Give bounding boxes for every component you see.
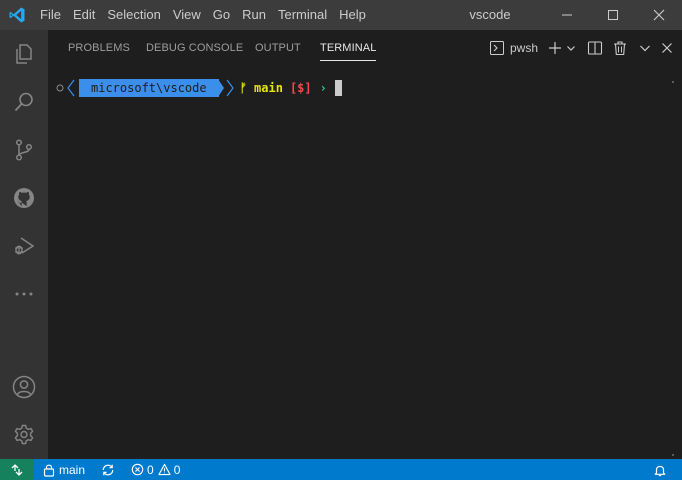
trash-icon xyxy=(614,40,626,55)
search-button[interactable] xyxy=(0,78,48,126)
github-button[interactable] xyxy=(0,174,48,222)
chevron-down-icon xyxy=(567,45,575,51)
source-control-button[interactable] xyxy=(0,126,48,174)
sync-icon xyxy=(102,464,114,475)
explorer-button[interactable] xyxy=(0,30,48,78)
close-panel-button[interactable] xyxy=(660,37,674,59)
split-icon xyxy=(587,40,603,55)
bell-icon xyxy=(654,465,666,476)
error-icon xyxy=(131,463,144,476)
close-window-button[interactable] xyxy=(636,0,682,30)
warning-count: 0 xyxy=(173,462,181,477)
tab-terminal[interactable]: TERMINAL xyxy=(320,30,377,65)
maximize-button[interactable] xyxy=(590,0,636,30)
prompt-path: microsoft\vscode xyxy=(79,79,219,97)
menu-run[interactable]: Run xyxy=(236,0,272,30)
source-control-icon xyxy=(15,139,33,161)
terminal-icon xyxy=(489,40,504,55)
close-icon xyxy=(662,42,672,53)
menu-terminal[interactable]: Terminal xyxy=(272,0,333,30)
menu-file[interactable]: File xyxy=(34,0,67,30)
prompt-branch-name: main xyxy=(254,81,283,95)
search-icon xyxy=(14,92,33,112)
shell-selector[interactable]: pwsh xyxy=(489,37,538,59)
menu-bar: File Edit Selection View Go Run Terminal… xyxy=(34,0,372,30)
close-icon xyxy=(653,9,665,21)
terminal-cursor xyxy=(334,80,342,96)
error-count: 0 xyxy=(147,462,154,477)
minimize-button[interactable] xyxy=(544,0,590,30)
sync-button[interactable] xyxy=(96,459,120,480)
accounts-button[interactable] xyxy=(0,363,48,411)
github-icon xyxy=(14,188,34,208)
tab-problems[interactable]: PROBLEMS xyxy=(68,30,130,65)
terminal-prompt-line: microsoft\vscode ᚠ main [$] › xyxy=(56,79,342,97)
explorer-icon xyxy=(16,44,32,64)
menu-edit[interactable]: Edit xyxy=(67,0,101,30)
new-terminal-button[interactable] xyxy=(547,37,563,59)
manage-settings-button[interactable] xyxy=(0,411,48,459)
problems-status-button[interactable]: 0 0 xyxy=(126,459,185,480)
account-icon xyxy=(12,375,36,399)
panel-header: PROBLEMS DEBUG CONSOLE OUTPUT TERMINAL p… xyxy=(48,30,682,65)
more-views-button[interactable] xyxy=(0,270,48,318)
prompt-branch: ᚠ main xyxy=(240,81,283,95)
prompt-status: [$] xyxy=(289,81,312,95)
window-title: vscode xyxy=(469,7,511,22)
activity-bar xyxy=(0,30,48,459)
more-icon xyxy=(15,292,33,296)
terminal-view[interactable]: microsoft\vscode ᚠ main [$] › xyxy=(48,65,682,459)
chevron-right-icon xyxy=(226,79,234,97)
warning-icon xyxy=(158,463,171,476)
menu-help[interactable]: Help xyxy=(333,0,372,30)
menu-view[interactable]: View xyxy=(167,0,207,30)
kill-terminal-button[interactable] xyxy=(612,37,628,59)
menu-selection[interactable]: Selection xyxy=(101,0,166,30)
vscode-logo-icon xyxy=(0,0,34,30)
maximize-panel-button[interactable] xyxy=(638,37,652,59)
window-controls xyxy=(544,0,682,30)
scrollbar-marker xyxy=(672,454,674,456)
minimize-icon xyxy=(562,14,572,16)
maximize-icon xyxy=(608,10,618,20)
status-branch-name: main xyxy=(59,462,86,477)
branch-status-button[interactable]: main xyxy=(34,459,90,480)
menu-go[interactable]: Go xyxy=(207,0,236,30)
launch-profile-button[interactable] xyxy=(565,37,577,59)
settings-gear-icon xyxy=(14,424,34,445)
chevron-down-icon xyxy=(640,45,650,51)
title-bar: File Edit Selection View Go Run Terminal… xyxy=(0,0,682,30)
chevron-left-icon xyxy=(67,79,75,97)
tab-debug-console[interactable]: DEBUG CONSOLE xyxy=(146,30,243,65)
add-icon xyxy=(549,41,561,54)
scrollbar-marker xyxy=(672,81,674,83)
notifications-button[interactable] xyxy=(648,459,672,480)
remote-indicator-button[interactable] xyxy=(0,459,34,480)
run-debug-icon xyxy=(15,237,35,255)
circle-decoration-icon xyxy=(56,84,64,92)
remote-icon xyxy=(11,463,23,476)
split-terminal-button[interactable] xyxy=(587,37,603,59)
run-debug-button[interactable] xyxy=(0,222,48,270)
prompt-arrow-icon: › xyxy=(319,81,327,95)
status-bar: main 0 0 xyxy=(0,459,682,480)
tab-output[interactable]: OUTPUT xyxy=(255,30,301,65)
panel-actions: pwsh xyxy=(485,30,674,65)
shell-name: pwsh xyxy=(509,40,538,55)
branch-glyph-icon: ᚠ xyxy=(239,81,247,95)
lock-icon xyxy=(43,464,55,477)
